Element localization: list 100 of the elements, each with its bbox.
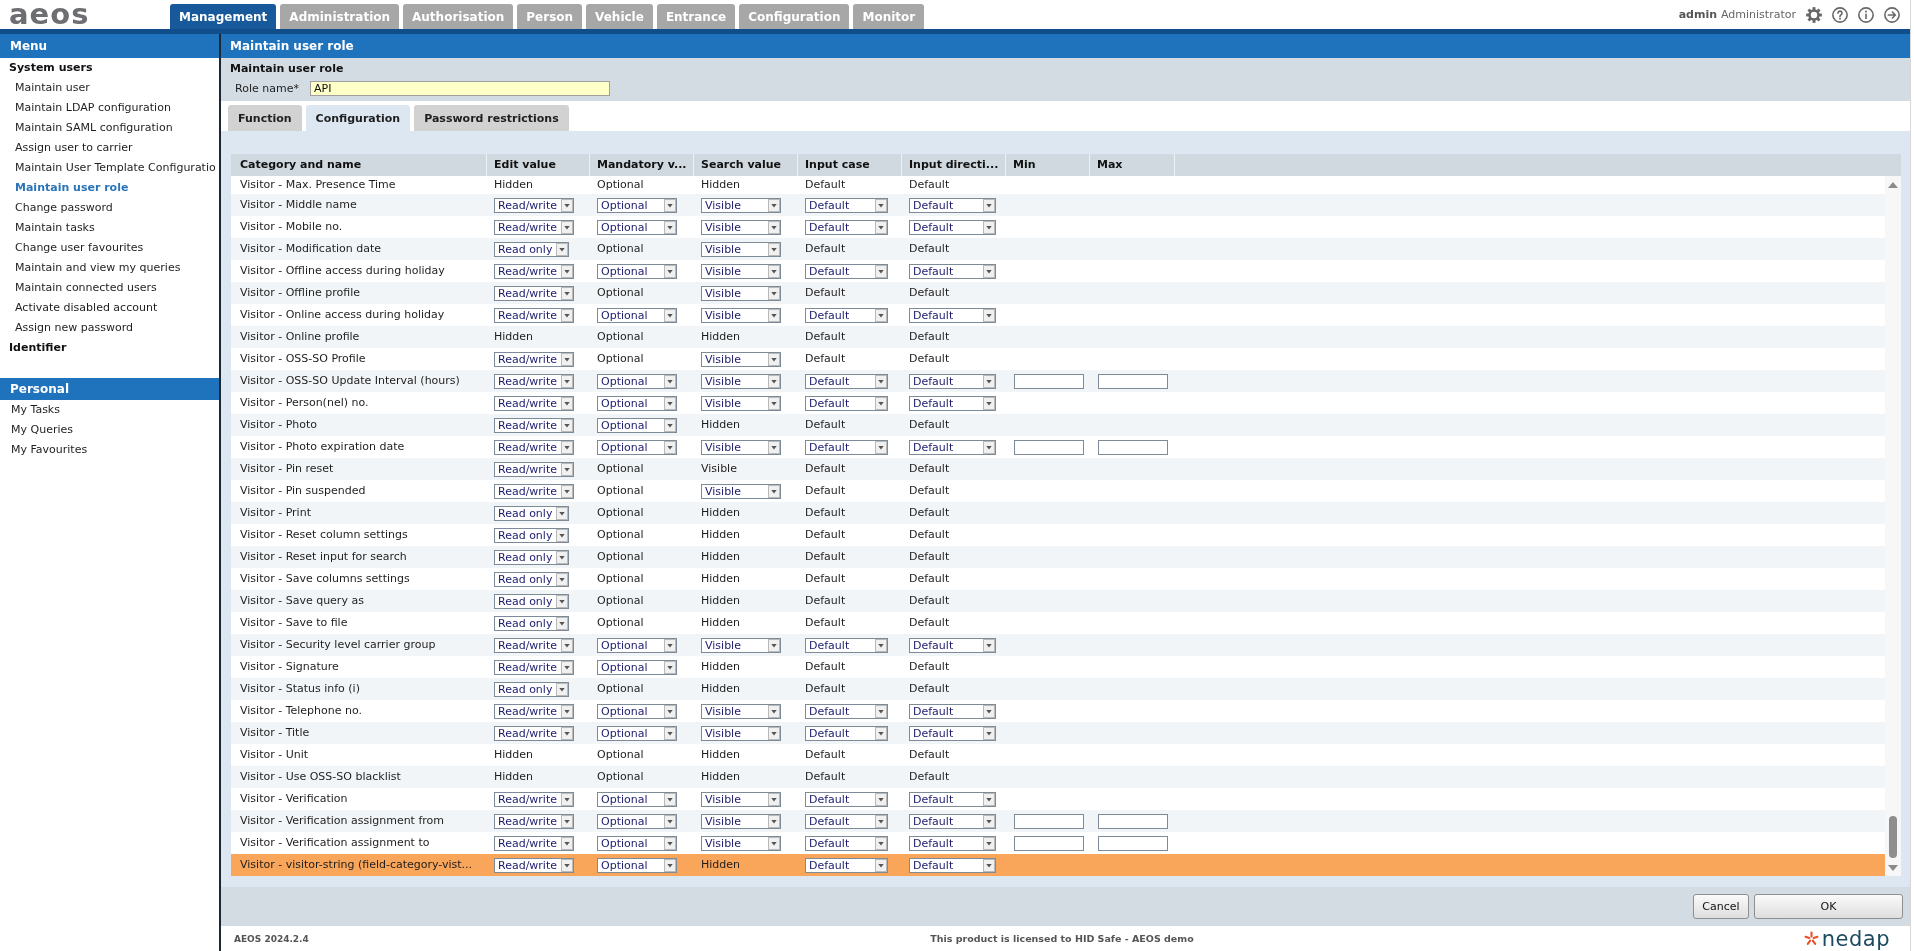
table-row[interactable]: Visitor - Unit Hidden Optional Hidden Default Default bbox=[231, 744, 1885, 766]
dropdown[interactable]: Default bbox=[909, 395, 996, 411]
scroll-up-icon[interactable] bbox=[1888, 182, 1898, 188]
dropdown[interactable]: Visible bbox=[701, 813, 781, 829]
table-row[interactable]: Visitor - Verification assignment to Read/write Optional Visible Default Default bbox=[231, 832, 1885, 854]
dropdown[interactable]: Read/write bbox=[494, 285, 574, 301]
ok-button[interactable]: OK bbox=[1754, 894, 1903, 919]
dropdown[interactable]: Optional bbox=[597, 637, 677, 653]
table-row[interactable]: Visitor - Online access during holiday Read/write Optional Visible Default Default bbox=[231, 304, 1885, 326]
dropdown[interactable]: Visible bbox=[701, 373, 781, 389]
scrollbar-thumb[interactable] bbox=[1889, 816, 1897, 858]
dropdown[interactable]: Read/write bbox=[494, 351, 574, 367]
dropdown[interactable]: Read/write bbox=[494, 835, 574, 851]
dropdown[interactable]: Default bbox=[805, 637, 888, 653]
dropdown[interactable]: Default bbox=[909, 835, 996, 851]
dropdown[interactable]: Optional bbox=[597, 439, 677, 455]
dropdown[interactable]: Default bbox=[805, 835, 888, 851]
dropdown[interactable]: Default bbox=[805, 439, 888, 455]
dropdown[interactable]: Read/write bbox=[494, 725, 574, 741]
table-row[interactable]: Visitor - Reset input for search Read only Optional Hidden Default Default bbox=[231, 546, 1885, 568]
dropdown[interactable]: Visible bbox=[701, 835, 781, 851]
table-row[interactable]: Visitor - OSS-SO Update Interval (hours) Read/write Optional Visible Default Default bbox=[231, 370, 1885, 392]
dropdown[interactable]: Read/write bbox=[494, 439, 574, 455]
dropdown[interactable]: Default bbox=[909, 791, 996, 807]
input-field[interactable]: API bbox=[310, 81, 610, 96]
dropdown[interactable]: Optional bbox=[597, 373, 677, 389]
dropdown[interactable]: Read/write bbox=[494, 483, 574, 499]
dropdown[interactable]: Read/write bbox=[494, 307, 574, 323]
input-field[interactable] bbox=[1098, 813, 1168, 829]
dropdown[interactable]: Default bbox=[909, 219, 996, 235]
dropdown[interactable]: Visible bbox=[701, 439, 781, 455]
dropdown[interactable]: Read only bbox=[494, 241, 570, 257]
dropdown[interactable]: Default bbox=[909, 197, 996, 213]
dropdown[interactable]: Optional bbox=[597, 813, 677, 829]
dropdown[interactable]: Visible bbox=[701, 395, 781, 411]
dropdown[interactable]: Optional bbox=[597, 791, 677, 807]
dropdown[interactable]: Default bbox=[805, 725, 888, 741]
table-row[interactable]: Visitor - Use OSS-SO blacklist Hidden Optional Hidden Default Default bbox=[231, 766, 1885, 788]
dropdown[interactable]: Visible bbox=[701, 703, 781, 719]
table-row[interactable]: Visitor - Middle name Read/write Optional Visible Default Default bbox=[231, 194, 1885, 216]
table-row[interactable]: Visitor - Offline access during holiday Read/write Optional Visible Default Default bbox=[231, 260, 1885, 282]
dropdown[interactable]: Default bbox=[805, 219, 888, 235]
dropdown[interactable]: Default bbox=[805, 197, 888, 213]
dropdown[interactable]: Optional bbox=[597, 307, 677, 323]
dropdown[interactable]: Default bbox=[909, 439, 996, 455]
help-icon[interactable] bbox=[1832, 6, 1848, 23]
menu-item[interactable]: Assign user to carrier bbox=[0, 138, 219, 158]
menu-item[interactable]: My Favourites bbox=[0, 440, 219, 460]
table-row[interactable]: Visitor - Max. Presence Time Hidden Optional Hidden Default Default bbox=[231, 176, 1885, 194]
dropdown[interactable]: Default bbox=[805, 791, 888, 807]
menu-item[interactable]: Maintain LDAP configuration bbox=[0, 98, 219, 118]
table-row[interactable]: Visitor - Online profile Hidden Optional Hidden Default Default bbox=[231, 326, 1885, 348]
table-row[interactable]: Visitor - OSS-SO Profile Read/write Optional Visible Default Default bbox=[231, 348, 1885, 370]
dropdown[interactable]: Read/write bbox=[494, 461, 574, 477]
dropdown[interactable]: Default bbox=[805, 307, 888, 323]
dropdown[interactable]: Default bbox=[909, 857, 996, 873]
menu-item[interactable]: Maintain User Template Configuratio bbox=[0, 158, 219, 178]
dropdown[interactable]: Read only bbox=[494, 615, 570, 631]
table-row[interactable]: Visitor - Pin reset Read/write Optional Visible Default Default bbox=[231, 458, 1885, 480]
settings-icon[interactable] bbox=[1806, 6, 1822, 23]
menu-item[interactable]: Change password bbox=[0, 198, 219, 218]
table-row[interactable]: Visitor - Person(nel) no. Read/write Optional Visible Default Default bbox=[231, 392, 1885, 414]
dropdown[interactable]: Visible bbox=[701, 483, 781, 499]
input-field[interactable] bbox=[1014, 439, 1084, 455]
dropdown[interactable]: Default bbox=[805, 813, 888, 829]
dropdown[interactable]: Optional bbox=[597, 857, 677, 873]
table-row[interactable]: Visitor - Verification Read/write Optional Visible Default Default bbox=[231, 788, 1885, 810]
dropdown[interactable]: Read/write bbox=[494, 417, 574, 433]
tab[interactable]: Function bbox=[228, 105, 302, 131]
cancel-button[interactable]: Cancel bbox=[1693, 894, 1749, 919]
dropdown[interactable]: Default bbox=[805, 373, 888, 389]
dropdown[interactable]: Read only bbox=[494, 571, 570, 587]
table-row[interactable]: Visitor - Save query as Read only Optional Hidden Default Default bbox=[231, 590, 1885, 612]
scrollbar[interactable] bbox=[1885, 176, 1901, 876]
dropdown[interactable]: Read/write bbox=[494, 703, 574, 719]
nav-tab[interactable]: Management bbox=[170, 4, 277, 29]
input-field[interactable] bbox=[1014, 813, 1084, 829]
table-row[interactable]: Visitor - Telephone no. Read/write Optional Visible Default Default bbox=[231, 700, 1885, 722]
menu-item[interactable]: My Tasks bbox=[0, 400, 219, 420]
menu-item[interactable]: Change user favourites bbox=[0, 238, 219, 258]
dropdown[interactable]: Read/write bbox=[494, 659, 574, 675]
dropdown[interactable]: Default bbox=[909, 373, 996, 389]
menu-group[interactable]: Identifier bbox=[0, 338, 219, 358]
dropdown[interactable]: Read/write bbox=[494, 637, 574, 653]
input-field[interactable] bbox=[1098, 439, 1168, 455]
dropdown[interactable]: Optional bbox=[597, 395, 677, 411]
menu-item[interactable]: Maintain and view my queries bbox=[0, 258, 219, 278]
dropdown[interactable]: Read/write bbox=[494, 197, 574, 213]
dropdown[interactable]: Optional bbox=[597, 197, 677, 213]
input-field[interactable] bbox=[1098, 373, 1168, 389]
dropdown[interactable]: Read/write bbox=[494, 373, 574, 389]
tab[interactable]: Configuration bbox=[305, 105, 411, 131]
table-row[interactable]: Visitor - Photo Read/write Optional Hidden Default Default bbox=[231, 414, 1885, 436]
table-row[interactable]: Visitor - Offline profile Read/write Optional Visible Default Default bbox=[231, 282, 1885, 304]
dropdown[interactable]: Optional bbox=[597, 659, 677, 675]
table-row[interactable]: Visitor - Security level carrier group Read/write Optional Visible Default Default bbox=[231, 634, 1885, 656]
dropdown[interactable]: Read/write bbox=[494, 263, 574, 279]
dropdown[interactable]: Default bbox=[909, 703, 996, 719]
table-row[interactable]: Visitor - Title Read/write Optional Visible Default Default bbox=[231, 722, 1885, 744]
menu-item[interactable]: Maintain SAML configuration bbox=[0, 118, 219, 138]
